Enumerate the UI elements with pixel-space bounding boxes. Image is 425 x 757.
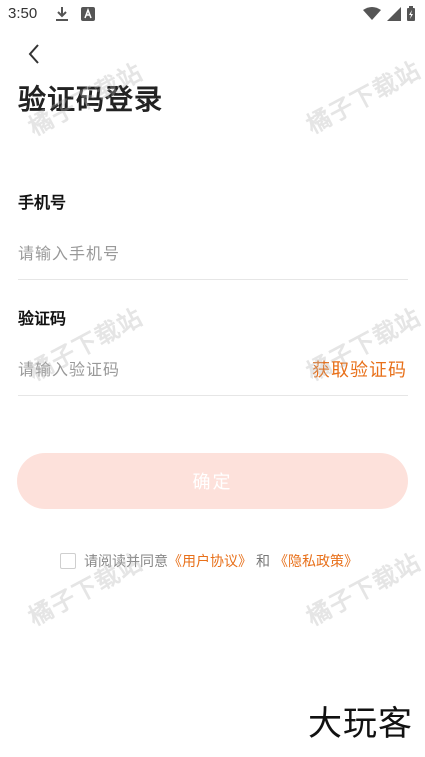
privacy-policy-link[interactable]: 《隐私政策》 — [274, 551, 358, 571]
back-button[interactable] — [22, 40, 46, 68]
code-label: 验证码 — [18, 309, 67, 328]
status-left-icons — [55, 6, 95, 26]
code-input[interactable] — [18, 354, 298, 384]
brand-logo: 大玩客 — [308, 704, 413, 744]
code-divider — [18, 395, 408, 396]
download-icon — [55, 6, 69, 26]
page-title: 验证码登录 — [18, 83, 164, 116]
confirm-button[interactable]: 确定 — [17, 453, 408, 509]
watermark: 橘子下载站 — [301, 56, 425, 140]
agreement-and: 和 — [256, 554, 270, 570]
agreement-checkbox[interactable] — [60, 553, 76, 569]
user-agreement-link[interactable]: 《用户协议》 — [168, 551, 252, 571]
get-code-button[interactable]: 获取验证码 — [312, 356, 407, 382]
chevron-left-icon — [22, 44, 46, 72]
app-notification-icon — [81, 6, 95, 26]
battery-icon — [407, 6, 415, 25]
agreement-prefix: 请阅读并同意 — [84, 554, 168, 570]
status-time: 3:50 — [8, 5, 38, 22]
signal-icon — [387, 6, 401, 25]
wifi-icon — [363, 6, 381, 25]
status-right-icons — [363, 6, 415, 25]
phone-input[interactable] — [18, 238, 408, 268]
phone-label: 手机号 — [18, 193, 67, 212]
agreement-row: 请阅读并同意 《用户协议》 和 《隐私政策》 — [60, 551, 358, 571]
phone-divider — [18, 279, 408, 280]
status-bar: 3:50 — [0, 0, 425, 30]
